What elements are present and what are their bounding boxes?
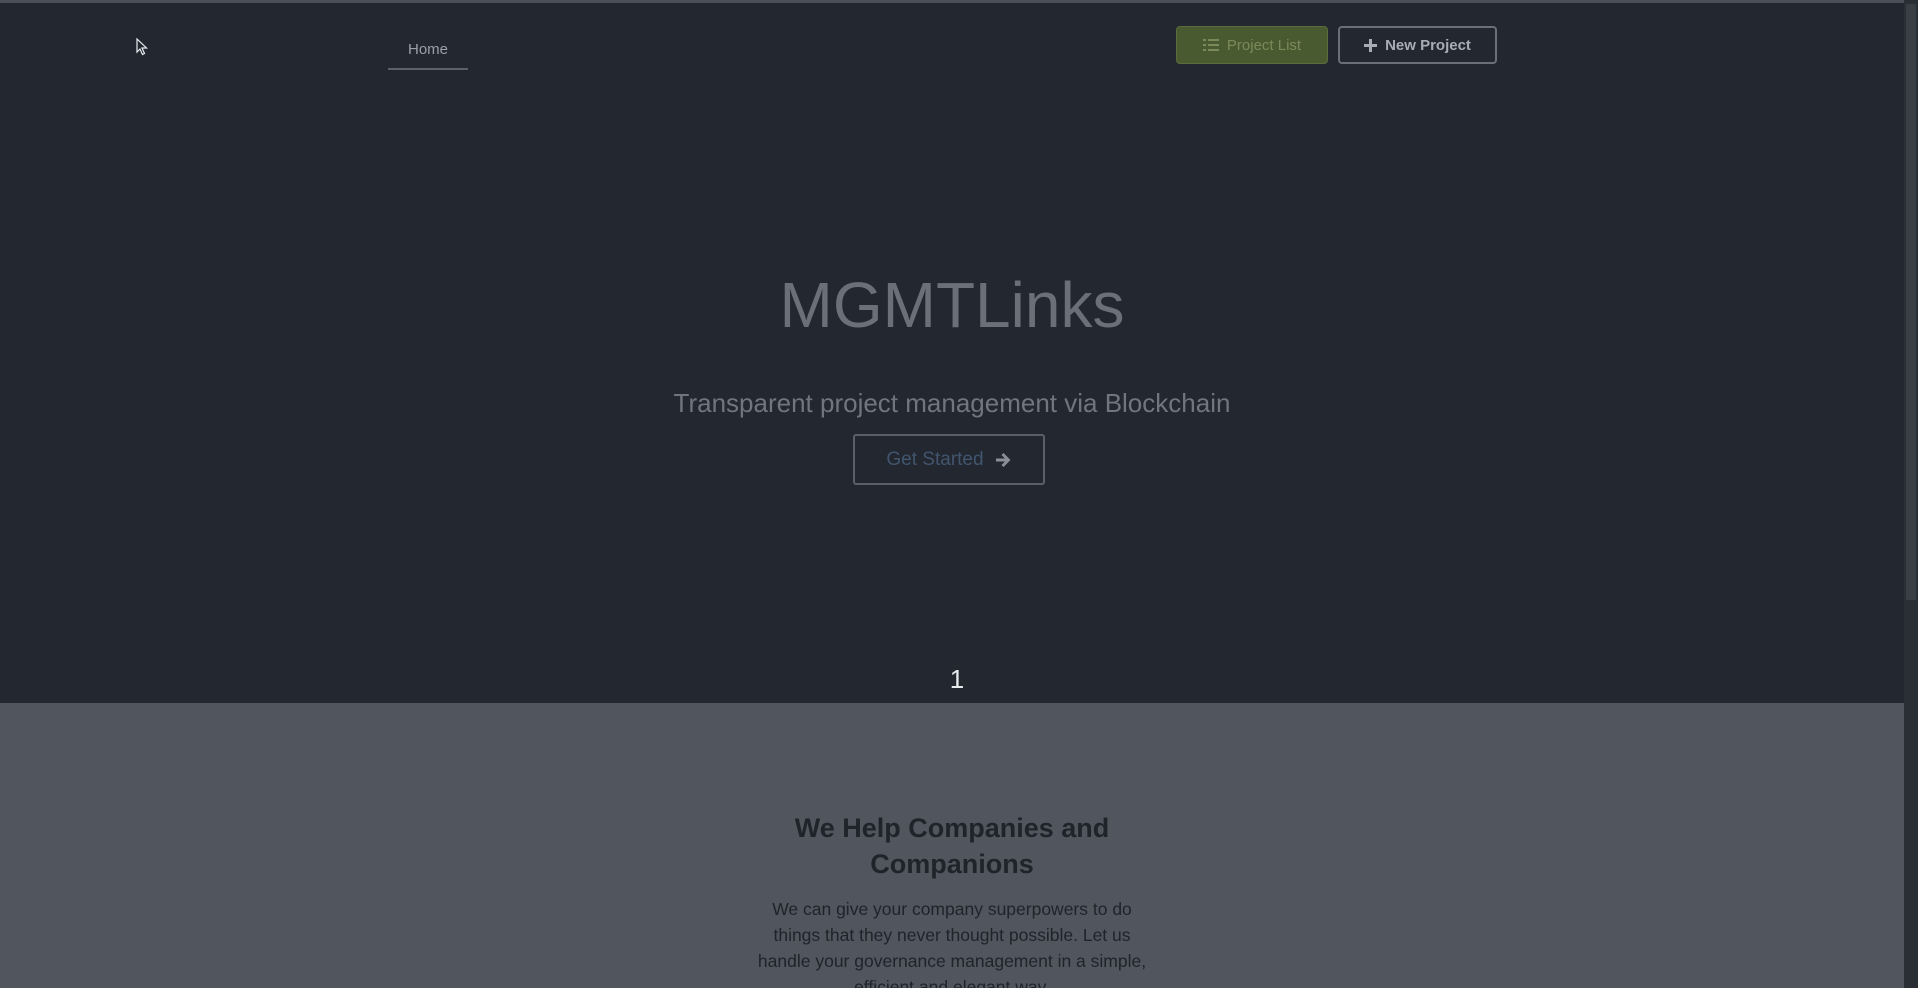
section-title-line: We Help Companies and xyxy=(794,813,1110,843)
section-title: We Help Companies and Companions xyxy=(0,810,1904,882)
new-project-label: New Project xyxy=(1385,36,1471,54)
mouse-cursor-icon xyxy=(136,38,148,56)
hero-section xyxy=(0,3,1904,703)
get-started-label: Get Started xyxy=(886,448,984,470)
section-description: We can give your company superpowers to … xyxy=(752,896,1152,988)
nav-home-link[interactable]: Home xyxy=(388,38,468,70)
scrollbar-thumb[interactable] xyxy=(1906,4,1916,600)
section-title-line: Companions xyxy=(870,849,1034,879)
slide-indicator: 1 xyxy=(949,664,965,694)
section-text-line: We can give your company superpowers to … xyxy=(772,899,1132,919)
get-started-button[interactable]: Get Started xyxy=(853,434,1045,485)
arrow-right-icon xyxy=(995,452,1011,467)
project-list-label: Project List xyxy=(1226,36,1302,54)
nav-home-label: Home xyxy=(407,41,448,58)
hero-subtitle: Transparent project management via Block… xyxy=(673,388,1231,418)
section-text-line: things that they never thought possible.… xyxy=(773,925,1131,945)
section-text-line: efficient and elegant way. xyxy=(854,977,1050,988)
hero-title: MGMTLinks xyxy=(779,269,1125,341)
plus-icon xyxy=(1364,38,1378,52)
section-text-line: handle your governance management in a s… xyxy=(757,951,1147,971)
project-list-button[interactable]: Project List xyxy=(1176,26,1328,64)
list-icon xyxy=(1202,39,1219,51)
scrollbar[interactable] xyxy=(1904,0,1918,988)
new-project-button[interactable]: New Project xyxy=(1338,26,1497,64)
page: Home Project List New Project MGMTLinks … xyxy=(0,0,1918,988)
